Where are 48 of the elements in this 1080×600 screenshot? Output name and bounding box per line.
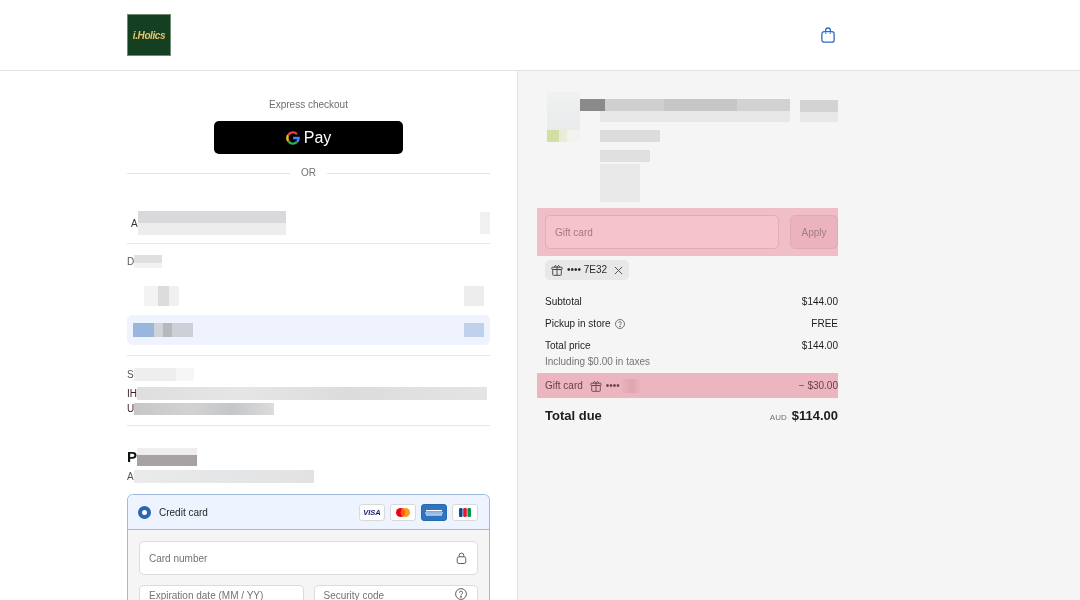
close-icon[interactable] [614,265,624,275]
divider-label: OR [301,166,316,180]
pixelated-image [547,92,580,142]
overlapping-circles-icon [390,503,416,521]
pixelated-block [137,448,197,466]
card-number-field[interactable]: Card number [139,541,478,575]
summary-value: − $30.00 [798,379,838,392]
summary-label: Pickup in store [545,318,611,330]
striped-card-icon [452,503,478,521]
option-label: Credit card [159,506,208,518]
summary-value: $144.00 [801,340,838,352]
pixelated-block [144,286,179,306]
text-fragment: IH [127,387,137,400]
summary-label: Gift card [545,379,583,392]
tax-note: Including $0.00 in taxes [545,356,651,368]
pixelated-block [800,100,838,122]
multicolor-g-icon [285,130,300,145]
section-label: Express checkout [269,98,348,111]
total-label: Total due [545,408,602,424]
gift-icon [551,264,563,276]
summary-label: Subtotal [545,296,582,308]
gift-card-field[interactable]: Gift card [545,215,779,249]
currency-code: AUD [769,413,787,422]
gift-card-code: •••• [605,379,620,392]
text-fragment: A [127,470,134,483]
radio-button[interactable] [138,505,151,519]
pixelated-block [464,323,484,337]
lock-icon [456,552,467,564]
gift-card-code: •••• 7E32 [567,264,608,276]
pixelated-block [133,323,193,337]
summary-value: FREE [811,318,838,330]
gift-icon [589,379,602,392]
store-logo[interactable]: i.Holics [127,14,171,56]
summary-label: Total price [545,340,591,352]
pixelated-block [134,255,163,268]
text-fragment: U [127,402,135,415]
total-amount: $114.00 [791,408,838,424]
help-icon[interactable] [455,588,467,600]
help-icon[interactable] [614,319,625,329]
heading-fragment: P [127,448,137,466]
pixelated-block [600,130,660,142]
text-fragment: A [131,216,138,230]
pay-button[interactable]: Pay [214,121,403,154]
card-logo-icon [421,503,447,521]
text-fragment: S [127,368,134,381]
summary-value: $144.00 [801,296,838,308]
text-fragment: D [127,255,135,268]
shopping-bag-icon[interactable] [821,27,835,43]
